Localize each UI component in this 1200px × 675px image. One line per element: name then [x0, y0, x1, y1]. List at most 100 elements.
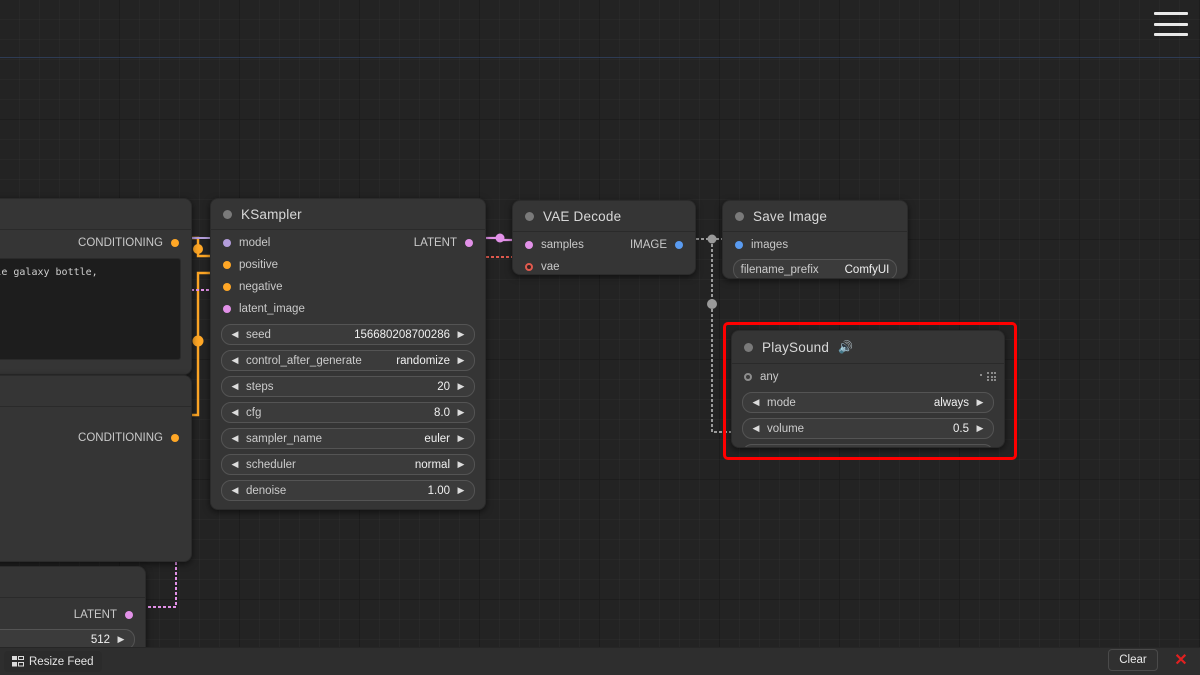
chevron-right-icon[interactable]: ▶	[455, 382, 467, 391]
collapse-dot-icon[interactable]	[525, 211, 534, 221]
model-port-dot[interactable]	[223, 239, 231, 247]
node-save-image[interactable]: Save Image images filename_prefix ComfyU…	[722, 200, 908, 279]
chevron-left-icon[interactable]: ◀	[229, 408, 241, 417]
collapse-dot-icon[interactable]	[744, 342, 753, 352]
chevron-right-icon[interactable]: ▶	[455, 460, 467, 469]
input-slot-vae[interactable]: vae	[513, 258, 695, 274]
drag-handle-icon[interactable]	[987, 372, 996, 381]
widget-denoise[interactable]: ◀ denoise 1.00 ▶	[221, 480, 475, 501]
conditioning-port-dot[interactable]	[171, 434, 179, 442]
node-title-bar[interactable]: Save Image	[723, 201, 907, 231]
prompt-textarea[interactable]: andscape, , purple galaxy bottle,	[0, 258, 181, 360]
chevron-left-icon[interactable]: ◀	[229, 356, 241, 365]
image-port-dot[interactable]	[675, 241, 683, 249]
widget-seed[interactable]: ◀ seed 156680208700286 ▶	[221, 324, 475, 345]
widget-label: steps	[246, 380, 274, 393]
input-slot-images[interactable]: images	[723, 236, 907, 254]
positive-port-dot[interactable]	[223, 261, 231, 269]
widget-mode[interactable]: ◀ mode always ▶	[742, 392, 994, 413]
node-title-bar[interactable]	[0, 199, 191, 229]
chevron-right-icon[interactable]: ▶	[455, 356, 467, 365]
divider	[0, 597, 145, 598]
node-title-bar[interactable]: e	[0, 567, 145, 597]
widget-value: 512	[90, 633, 110, 646]
output-slot-latent[interactable]: LATENT	[402, 234, 485, 252]
input-slot-positive[interactable]: positive	[211, 256, 485, 274]
divider	[0, 406, 191, 407]
node-body: samples IMAGE vae	[513, 236, 695, 274]
node-title-bar[interactable]	[0, 376, 191, 406]
resize-feed-label: Resize Feed	[29, 655, 94, 668]
output-slot-latent[interactable]: LATENT	[0, 606, 145, 624]
chevron-left-icon[interactable]: ◀	[750, 398, 762, 407]
close-icon[interactable]: ✕	[1170, 651, 1192, 671]
widget-filename-prefix[interactable]: filename_prefix ComfyUI	[733, 259, 897, 278]
chevron-left-icon[interactable]: ◀	[229, 460, 241, 469]
node-playsound[interactable]: PlaySound 🔊 any ◀ mode always ▶ ◀ volume…	[731, 330, 1005, 448]
node-ksampler[interactable]: KSampler model LATENT positive negative …	[210, 198, 486, 510]
chevron-left-icon[interactable]: ◀	[750, 424, 762, 433]
output-slot-conditioning[interactable]: CONDITIONING	[0, 234, 191, 252]
conditioning-port-dot[interactable]	[171, 239, 179, 247]
any-port-dot[interactable]	[744, 373, 752, 381]
widget-value: 156680208700286	[354, 328, 450, 341]
hamburger-menu-icon[interactable]	[1154, 9, 1188, 39]
latent-port-dot[interactable]	[465, 239, 473, 247]
input-slot-any[interactable]: any	[732, 368, 1004, 386]
widget-label: mode	[767, 396, 796, 409]
widget-sampler-name[interactable]: ◀ sampler_name euler ▶	[221, 428, 475, 449]
node-vae-decode[interactable]: VAE Decode samples IMAGE vae	[512, 200, 696, 275]
node-clip-text-encode-positive[interactable]: CONDITIONING andscape, , purple galaxy b…	[0, 198, 192, 375]
slot-label: CONDITIONING	[78, 237, 163, 249]
widget-label: sampler_name	[246, 432, 323, 445]
resize-feed-button[interactable]: Resize Feed	[4, 651, 102, 672]
chevron-right-icon[interactable]: ▶	[115, 635, 127, 644]
input-slot-negative[interactable]: negative	[211, 278, 485, 296]
node-body: model LATENT positive negative latent_im…	[211, 234, 485, 509]
slot-label: LATENT	[73, 609, 117, 621]
divider	[0, 229, 191, 230]
widget-value: 8.0	[434, 406, 450, 419]
node-title-bar[interactable]: VAE Decode	[513, 201, 695, 231]
collapse-dot-icon[interactable]	[735, 211, 744, 221]
latent-image-port-dot[interactable]	[223, 305, 231, 313]
vae-port-dot[interactable]	[525, 263, 533, 271]
widget-label: control_after_generate	[246, 354, 362, 367]
node-clip-text-encode-negative[interactable]: CONDITIONING	[0, 375, 192, 562]
chevron-right-icon[interactable]: ▶	[455, 486, 467, 495]
collapse-dot-icon[interactable]	[223, 209, 232, 219]
widget-file[interactable]: file notify.mp3	[742, 444, 994, 447]
node-title-bar[interactable]: PlaySound 🔊	[732, 331, 1004, 363]
widget-scheduler[interactable]: ◀ scheduler normal ▶	[221, 454, 475, 475]
chevron-right-icon[interactable]: ▶	[455, 408, 467, 417]
node-body: CONDITIONING	[0, 429, 191, 455]
link-dot	[192, 335, 204, 347]
chevron-right-icon[interactable]: ▶	[974, 424, 986, 433]
chevron-left-icon[interactable]: ◀	[229, 434, 241, 443]
node-title-bar[interactable]: KSampler	[211, 199, 485, 229]
slot-label: samples	[541, 239, 584, 251]
widget-steps[interactable]: ◀ steps 20 ▶	[221, 376, 475, 397]
widget-value: normal	[414, 458, 450, 471]
divider	[211, 229, 485, 230]
output-slot-conditioning[interactable]: CONDITIONING	[0, 429, 191, 447]
chevron-right-icon[interactable]: ▶	[455, 434, 467, 443]
divider	[732, 363, 1004, 364]
chevron-left-icon[interactable]: ◀	[229, 330, 241, 339]
latent-port-dot[interactable]	[125, 611, 133, 619]
widget-cfg[interactable]: ◀ cfg 8.0 ▶	[221, 402, 475, 423]
chevron-left-icon[interactable]: ◀	[229, 486, 241, 495]
negative-port-dot[interactable]	[223, 283, 231, 291]
images-port-dot[interactable]	[735, 241, 743, 249]
chevron-left-icon[interactable]: ◀	[229, 382, 241, 391]
samples-port-dot[interactable]	[525, 241, 533, 249]
input-slot-latent-image[interactable]: latent_image	[211, 300, 485, 318]
widget-volume[interactable]: ◀ volume 0.5 ▶	[742, 418, 994, 439]
clear-button[interactable]: Clear	[1108, 649, 1158, 671]
slot-label: any	[760, 371, 779, 383]
widget-control-after-generate[interactable]: ◀ control_after_generate randomize ▶	[221, 350, 475, 371]
chevron-right-icon[interactable]: ▶	[455, 330, 467, 339]
widget-value: randomize	[396, 354, 450, 367]
chevron-right-icon[interactable]: ▶	[974, 398, 986, 407]
output-slot-image[interactable]: IMAGE	[618, 236, 695, 254]
